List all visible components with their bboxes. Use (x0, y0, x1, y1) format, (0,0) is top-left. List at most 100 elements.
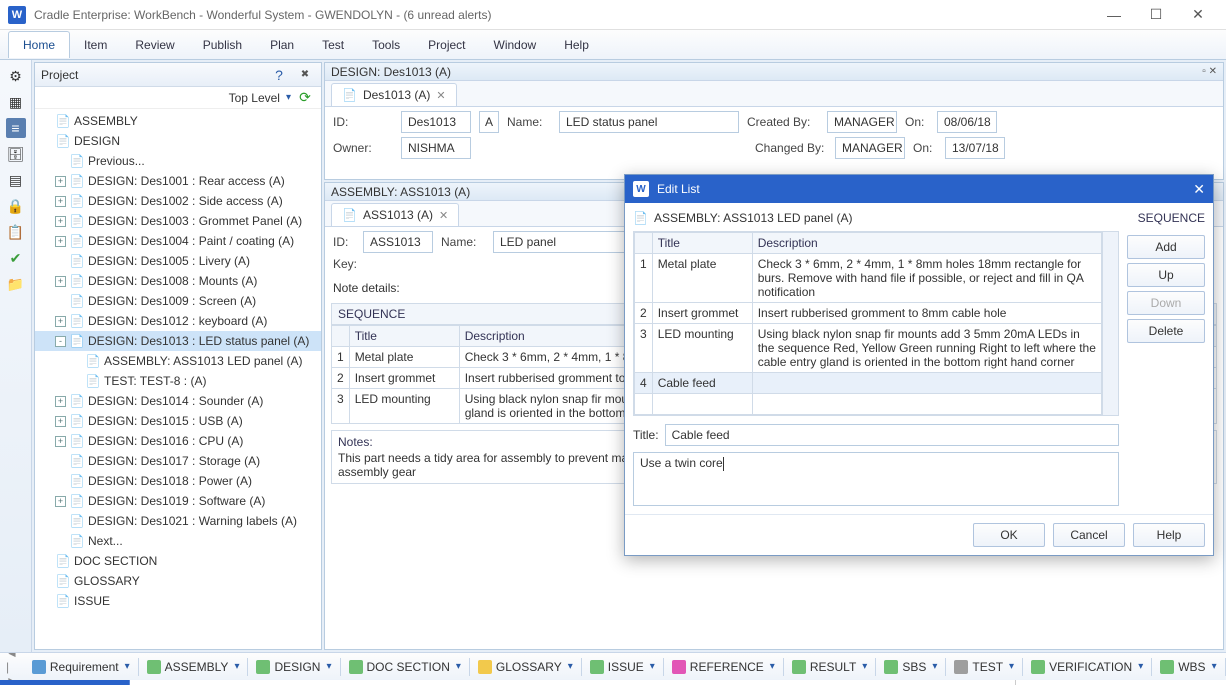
bt-glossary[interactable]: GLOSSARY▾ (472, 658, 579, 676)
tree-node[interactable]: 📄ASSEMBLY (35, 111, 321, 131)
design-name-field[interactable]: LED status panel (559, 111, 739, 133)
project-panel: Project ? ✖ Top Level ▾ ⟳ 📄ASSEMBLY📄DESI… (34, 62, 322, 650)
bt-doc-section[interactable]: DOC SECTION▾ (343, 658, 467, 676)
calendar-icon[interactable]: ▦ (6, 92, 26, 112)
help-button[interactable]: Help (1133, 523, 1205, 547)
tree-node[interactable]: +📄DESIGN: Des1001 : Rear access (A) (35, 171, 321, 191)
bt-design[interactable]: DESIGN▾ (250, 658, 337, 676)
menu-tools[interactable]: Tools (358, 32, 414, 58)
table-row-new[interactable] (635, 394, 1102, 415)
tree-node[interactable]: 📄Previous... (35, 151, 321, 171)
menu-publish[interactable]: Publish (189, 32, 256, 58)
menu-project[interactable]: Project (414, 32, 479, 58)
tree-node[interactable]: +📄DESIGN: Des1019 : Software (A) (35, 491, 321, 511)
down-button: Down (1127, 291, 1205, 315)
table-row[interactable]: 2Insert grommetInsert rubberised grommen… (635, 303, 1102, 324)
tree-node[interactable]: 📄Next... (35, 531, 321, 551)
bt-test[interactable]: TEST▾ (948, 658, 1020, 676)
tree-node[interactable]: +📄DESIGN: Des1002 : Side access (A) (35, 191, 321, 211)
gear-icon[interactable]: ⚙ (6, 66, 26, 86)
db-icon[interactable]: 🗄 (6, 144, 26, 164)
close-tab-icon[interactable]: ✕ (439, 209, 448, 222)
list-icon[interactable]: ≡ (6, 118, 26, 138)
lock-icon[interactable]: 🔒 (6, 196, 26, 216)
add-button[interactable]: Add (1127, 235, 1205, 259)
bt-wbs[interactable]: WBS▾ (1154, 658, 1222, 676)
tree-node[interactable]: 📄DESIGN: Des1021 : Warning labels (A) (35, 511, 321, 531)
assembly-id-field[interactable]: ASS1013 (363, 231, 433, 253)
tree-node[interactable]: 📄GLOSSARY (35, 571, 321, 591)
tree-node[interactable]: +📄DESIGN: Des1008 : Mounts (A) (35, 271, 321, 291)
menu-test[interactable]: Test (308, 32, 358, 58)
pane-ctrl-icon[interactable]: ▫ ✕ (1202, 66, 1217, 77)
dialog-titlebar[interactable]: W Edit List ✕ (625, 175, 1213, 203)
doc-icon: 📄 (55, 593, 71, 609)
tree-node[interactable]: 📄DESIGN: Des1017 : Storage (A) (35, 451, 321, 471)
table-row[interactable]: 1Metal plateCheck 3 * 6mm, 2 * 4mm, 1 * … (635, 254, 1102, 303)
menu-help[interactable]: Help (550, 32, 603, 58)
table-row[interactable]: 3LED mountingUsing black nylon snap fir … (635, 324, 1102, 373)
menu-window[interactable]: Window (480, 32, 551, 58)
table-icon[interactable]: ▤ (6, 170, 26, 190)
tree-node[interactable]: 📄DESIGN: Des1009 : Screen (A) (35, 291, 321, 311)
tree-node[interactable]: +📄DESIGN: Des1015 : USB (A) (35, 411, 321, 431)
help-icon[interactable]: ? (269, 65, 289, 85)
maximize-button[interactable]: ☐ (1136, 3, 1176, 27)
minimize-button[interactable]: — (1094, 3, 1134, 27)
table-row[interactable]: 4Cable feed (635, 373, 1102, 394)
folder-icon[interactable]: 📁 (6, 274, 26, 294)
close-tab-icon[interactable]: ✕ (436, 89, 445, 102)
tree-node[interactable]: 📄ASSEMBLY: ASS1013 LED panel (A) (35, 351, 321, 371)
bt-reference[interactable]: REFERENCE▾ (666, 658, 781, 676)
tree-node[interactable]: +📄DESIGN: Des1004 : Paint / coating (A) (35, 231, 321, 251)
bt-issue[interactable]: ISSUE▾ (584, 658, 661, 676)
assembly-tab[interactable]: 📄 ASS1013 (A) ✕ (331, 203, 459, 226)
check-icon[interactable]: ✔ (6, 248, 26, 268)
project-title: Project (41, 68, 78, 82)
tree-node[interactable]: +📄DESIGN: Des1014 : Sounder (A) (35, 391, 321, 411)
cancel-button[interactable]: Cancel (1053, 523, 1125, 547)
bt-result[interactable]: RESULT▾ (786, 658, 873, 676)
design-rev-field[interactable]: A (479, 111, 499, 133)
tree-node[interactable]: 📄DOC SECTION (35, 551, 321, 571)
edit-list-table[interactable]: Title Description 1Metal plateCheck 3 * … (634, 232, 1102, 415)
title-input[interactable] (665, 424, 1119, 446)
bt-verification[interactable]: VERIFICATION▾ (1025, 658, 1149, 676)
dialog-close-icon[interactable]: ✕ (1193, 181, 1205, 198)
dropdown-icon[interactable]: ▾ (286, 92, 291, 103)
menu-item[interactable]: Item (70, 32, 121, 58)
design-owner-field[interactable]: NISHMA (401, 137, 471, 159)
tree-node[interactable]: 📄DESIGN: Des1018 : Power (A) (35, 471, 321, 491)
ok-button[interactable]: OK (973, 523, 1045, 547)
bt-sbs[interactable]: SBS▾ (878, 658, 943, 676)
refresh-icon[interactable]: ⟳ (295, 88, 315, 108)
tree-node[interactable]: +📄DESIGN: Des1003 : Grommet Panel (A) (35, 211, 321, 231)
up-button[interactable]: Up (1127, 263, 1205, 287)
bt-assembly[interactable]: ASSEMBLY▾ (141, 658, 246, 676)
close-button[interactable]: ✕ (1178, 3, 1218, 27)
toplevel-label[interactable]: Top Level (229, 91, 280, 105)
tree-node[interactable]: 📄TEST: TEST-8 : (A) (35, 371, 321, 391)
tree-node[interactable]: -📄DESIGN: Des1013 : LED status panel (A) (35, 331, 321, 351)
nav-arrows[interactable]: ◄ ◄ | ► ► (6, 652, 24, 680)
menu-plan[interactable]: Plan (256, 32, 308, 58)
menubar: HomeItemReviewPublishPlanTestToolsProjec… (0, 30, 1226, 60)
tree-node[interactable]: 📄ISSUE (35, 591, 321, 611)
scrollbar[interactable] (1102, 232, 1118, 415)
project-tree[interactable]: 📄ASSEMBLY📄DESIGN📄Previous...+📄DESIGN: De… (35, 109, 321, 649)
tree-node[interactable]: +📄DESIGN: Des1016 : CPU (A) (35, 431, 321, 451)
menu-review[interactable]: Review (121, 32, 188, 58)
menu-home[interactable]: Home (8, 31, 70, 58)
tree-node[interactable]: 📄DESIGN (35, 131, 321, 151)
tree-node[interactable]: +📄DESIGN: Des1012 : keyboard (A) (35, 311, 321, 331)
tree-node[interactable]: 📄DESIGN: Des1005 : Livery (A) (35, 251, 321, 271)
bt-requirement[interactable]: Requirement▾ (26, 658, 136, 676)
doc-icon: 📄 (69, 153, 85, 169)
delete-button[interactable]: Delete (1127, 319, 1205, 343)
left-icon-strip: ⚙ ▦ ≡ 🗄 ▤ 🔒 📋 ✔ 📁 (0, 60, 32, 652)
description-input[interactable]: Use a twin core (633, 452, 1119, 506)
design-tab[interactable]: 📄 Des1013 (A) ✕ (331, 83, 457, 106)
note-icon[interactable]: 📋 (6, 222, 26, 242)
design-id-field[interactable]: Des1013 (401, 111, 471, 133)
close-panel-icon[interactable]: ✖ (295, 65, 315, 85)
